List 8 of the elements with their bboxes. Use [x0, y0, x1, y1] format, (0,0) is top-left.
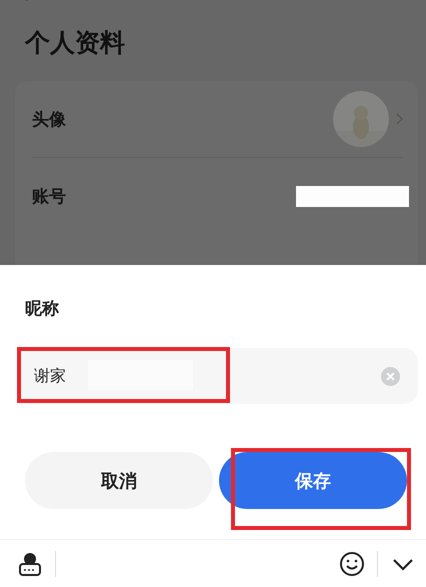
row-label: 账号: [32, 186, 67, 208]
sheet-title: 昵称: [25, 298, 59, 320]
cancel-button[interactable]: 取消: [25, 452, 213, 509]
page-title: 个人资料: [25, 27, 125, 59]
save-button[interactable]: 保存: [219, 452, 407, 509]
emoji-icon[interactable]: [339, 550, 365, 576]
keyboard-globe-icon[interactable]: [17, 550, 43, 576]
row-label: 头像: [32, 108, 67, 130]
